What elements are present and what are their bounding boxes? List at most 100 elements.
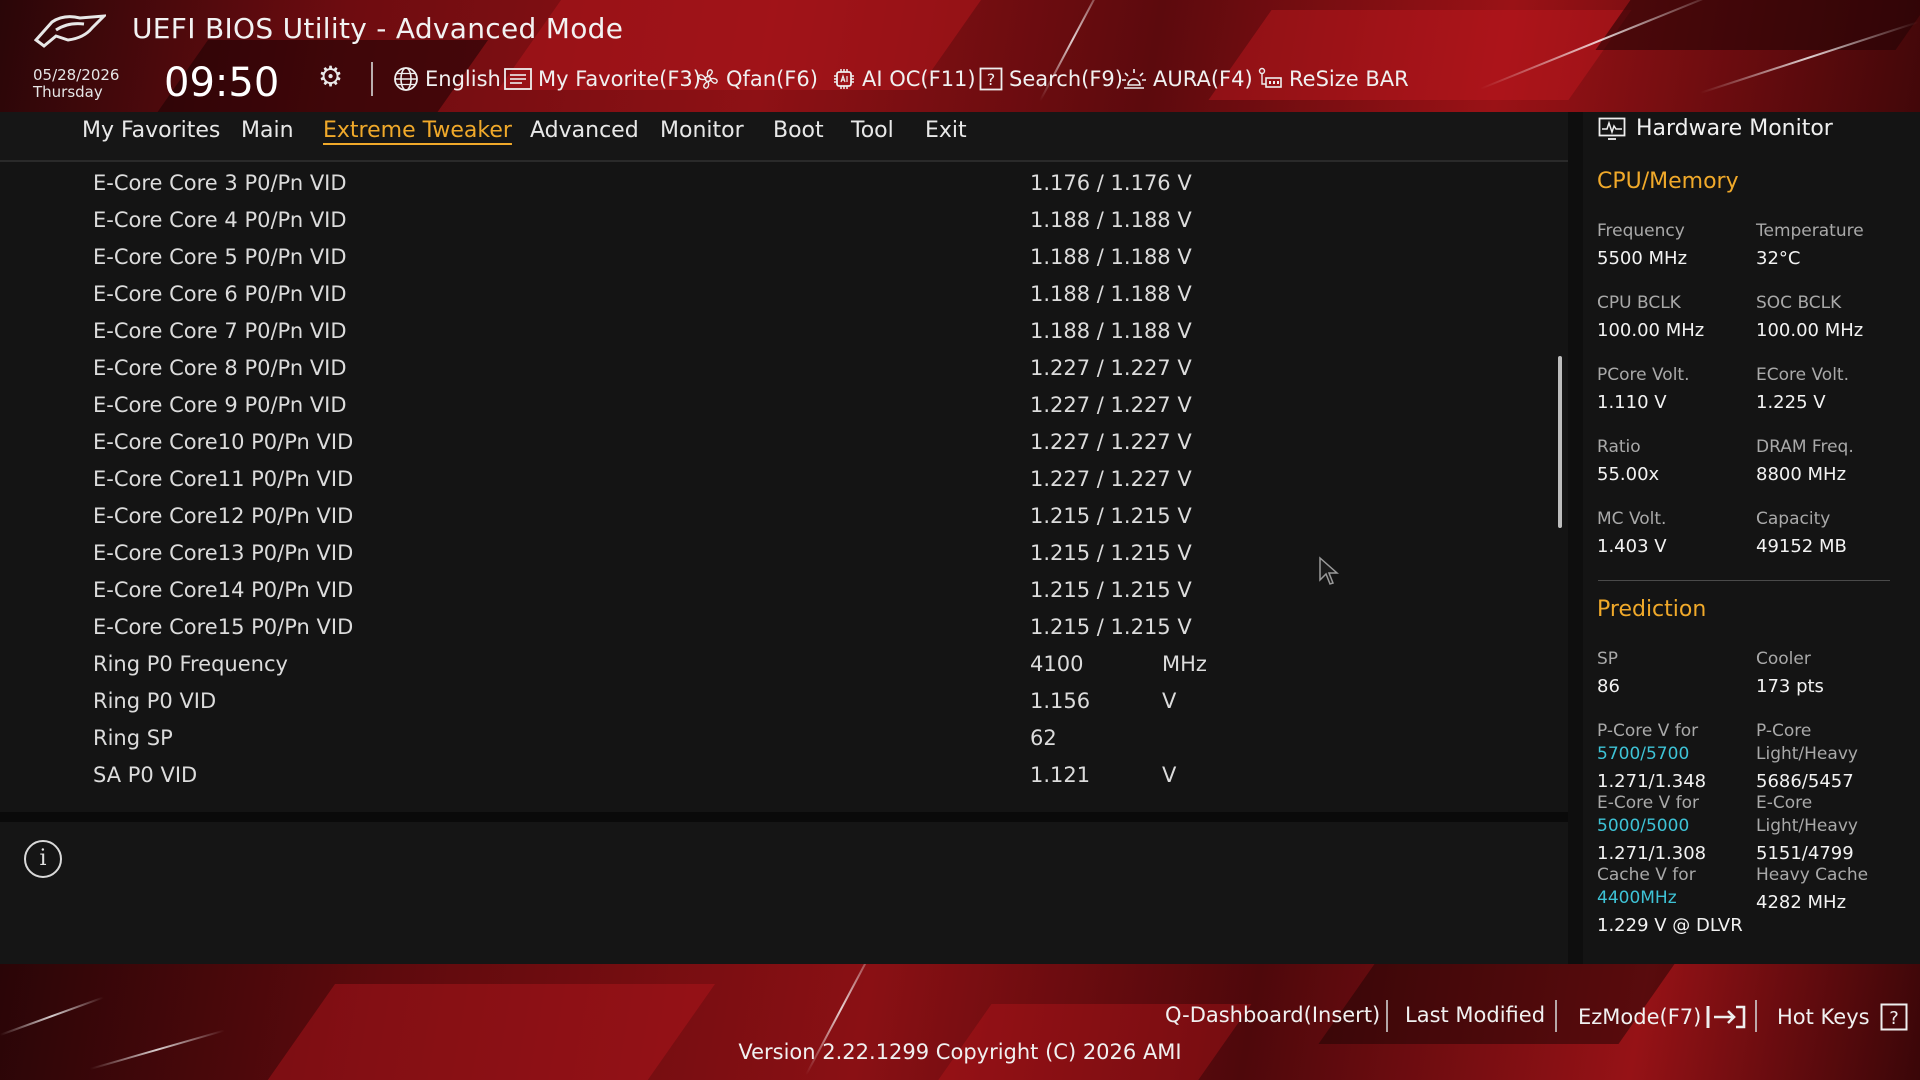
setting-value: 1.188 / 1.188 V — [1030, 319, 1192, 343]
setting-row[interactable]: Ring SP 62 — [0, 722, 1540, 759]
dram-freq-label: DRAM Freq. — [1756, 437, 1854, 457]
mouse-cursor-icon — [1319, 556, 1339, 585]
tab-advanced[interactable]: Advanced — [530, 118, 639, 143]
cache-v-value: 1.229 V @ DLVR — [1597, 915, 1743, 936]
setting-label: E-Core Core10 P0/Pn VID — [93, 430, 354, 454]
tab-boot[interactable]: Boot — [773, 118, 824, 143]
setting-value: 1.215 / 1.215 V — [1030, 541, 1192, 565]
last-modified-button[interactable]: Last Modified — [1405, 1003, 1545, 1027]
monitor-icon — [1598, 117, 1626, 140]
pcore-v-frequency: 5700/5700 — [1597, 744, 1690, 764]
pcore-lh-label-line1: P-Core — [1756, 721, 1812, 741]
frequency-value: 5500 MHz — [1597, 248, 1688, 269]
aura-light-icon — [1121, 67, 1147, 91]
mc-volt-value: 1.403 V — [1597, 536, 1667, 557]
tab-extreme-tweaker[interactable]: Extreme Tweaker — [323, 118, 512, 143]
tab-main[interactable]: Main — [241, 118, 294, 143]
setting-label: E-Core Core 4 P0/Pn VID — [93, 208, 347, 232]
hardware-monitor-header: Hardware Monitor — [1598, 116, 1833, 141]
cpu-memory-heading: CPU/Memory — [1597, 169, 1739, 194]
search-button[interactable]: ? Search(F9) — [979, 64, 1123, 94]
tab-my-favorites[interactable]: My Favorites — [82, 118, 220, 143]
setting-row[interactable]: SA P0 VID 1.121 V — [0, 759, 1540, 796]
footer-divider — [1755, 1000, 1757, 1032]
setting-row[interactable]: E-Core Core 4 P0/Pn VID 1.188 / 1.188 V — [0, 204, 1540, 241]
ecore-volt-value: 1.225 V — [1756, 392, 1826, 413]
ratio-label: Ratio — [1597, 437, 1641, 457]
setting-value: 1.215 / 1.215 V — [1030, 578, 1192, 602]
cooler-label: Cooler — [1756, 649, 1811, 669]
hardware-monitor-title: Hardware Monitor — [1636, 116, 1833, 141]
setting-label: E-Core Core13 P0/Pn VID — [93, 541, 354, 565]
setting-row[interactable]: Ring P0 VID 1.156 V — [0, 685, 1540, 722]
favorite-list-icon — [504, 67, 532, 91]
cooler-value: 173 pts — [1756, 676, 1824, 697]
setting-row[interactable]: Ring P0 Frequency 4100 MHz — [0, 648, 1540, 685]
resize-bar-button[interactable]: ReSize BAR — [1257, 64, 1409, 94]
aura-button[interactable]: AURA(F4) — [1121, 64, 1253, 94]
setting-value: 1.121 — [1030, 763, 1091, 787]
info-icon: i — [24, 840, 62, 878]
main-menu: My Favorites Main Extreme Tweaker Advanc… — [0, 112, 1568, 160]
ai-oc-label: AI OC(F11) — [862, 67, 976, 91]
pcore-lh-value: 5686/5457 — [1756, 771, 1854, 792]
temperature-value: 32°C — [1756, 248, 1801, 269]
date-text: 05/28/2026 — [33, 66, 120, 84]
header-divider — [371, 62, 373, 96]
setting-row[interactable]: E-Core Core14 P0/Pn VID 1.215 / 1.215 V — [0, 574, 1540, 611]
setting-row[interactable]: E-Core Core12 P0/Pn VID 1.215 / 1.215 V — [0, 500, 1540, 537]
tab-exit[interactable]: Exit — [925, 118, 967, 143]
ai-oc-button[interactable]: AI OC(F11) — [832, 64, 976, 94]
setting-value: 1.227 / 1.227 V — [1030, 467, 1192, 491]
aura-label: AURA(F4) — [1153, 67, 1253, 91]
setting-label: E-Core Core12 P0/Pn VID — [93, 504, 354, 528]
setting-row[interactable]: E-Core Core 5 P0/Pn VID 1.188 / 1.188 V — [0, 241, 1540, 278]
fan-icon — [696, 67, 720, 91]
setting-row[interactable]: E-Core Core 9 P0/Pn VID 1.227 / 1.227 V — [0, 389, 1540, 426]
resize-bar-icon — [1257, 67, 1283, 91]
tab-monitor[interactable]: Monitor — [660, 118, 744, 143]
setting-value: 4100 — [1030, 652, 1084, 676]
setting-label: E-Core Core11 P0/Pn VID — [93, 467, 354, 491]
footer-divider — [1386, 1000, 1388, 1032]
setting-value: 1.188 / 1.188 V — [1030, 282, 1192, 306]
setting-row[interactable]: E-Core Core 6 P0/Pn VID 1.188 / 1.188 V — [0, 278, 1540, 315]
language-button[interactable]: English — [393, 64, 501, 94]
cpu-bclk-label: CPU BCLK — [1597, 293, 1681, 313]
q-dashboard-button[interactable]: Q-Dashboard(Insert) — [1165, 1003, 1380, 1027]
setting-row[interactable]: E-Core Core13 P0/Pn VID 1.215 / 1.215 V — [0, 537, 1540, 574]
ecore-lh-label-line1: E-Core — [1756, 793, 1813, 813]
setting-label: Ring P0 VID — [93, 689, 217, 713]
list-scrollbar[interactable] — [1558, 356, 1562, 528]
setting-row[interactable]: E-Core Core 7 P0/Pn VID 1.188 / 1.188 V — [0, 315, 1540, 352]
qfan-button[interactable]: Qfan(F6) — [696, 64, 818, 94]
footer-divider — [1555, 1000, 1557, 1032]
setting-row[interactable]: E-Core Core10 P0/Pn VID 1.227 / 1.227 V — [0, 426, 1540, 463]
hot-keys-button[interactable]: Hot Keys ? — [1777, 1003, 1908, 1031]
setting-label: E-Core Core15 P0/Pn VID — [93, 615, 354, 639]
ezmode-button[interactable]: EzMode(F7) — [1578, 1003, 1748, 1031]
temperature-label: Temperature — [1756, 221, 1864, 241]
pcore-v-value: 1.271/1.348 — [1597, 771, 1707, 792]
setting-label: E-Core Core14 P0/Pn VID — [93, 578, 354, 602]
setting-label: SA P0 VID — [93, 763, 198, 787]
settings-list: E-Core Core 3 P0/Pn VID 1.176 / 1.176 V E… — [0, 162, 1568, 812]
date-display[interactable]: 05/28/2026 Thursday — [33, 67, 119, 101]
svg-text:?: ? — [1889, 1008, 1899, 1029]
my-favorite-button[interactable]: My Favorite(F3) — [504, 64, 701, 94]
setting-row[interactable]: E-Core Core 8 P0/Pn VID 1.227 / 1.227 V — [0, 352, 1540, 389]
monitor-divider — [1598, 580, 1890, 581]
gear-icon[interactable]: ⚙ — [318, 60, 343, 93]
ecore-v-frequency: 5000/5000 — [1597, 816, 1690, 836]
tab-tool[interactable]: Tool — [851, 118, 894, 143]
clock-display[interactable]: 09:50 — [164, 60, 279, 106]
search-help-icon: ? — [979, 67, 1003, 91]
search-label: Search(F9) — [1009, 67, 1123, 91]
hot-keys-label: Hot Keys — [1777, 1005, 1870, 1029]
setting-row[interactable]: E-Core Core15 P0/Pn VID 1.215 / 1.215 V — [0, 611, 1540, 648]
ecore-lh-value: 5151/4799 — [1756, 843, 1854, 864]
setting-row[interactable]: E-Core Core 3 P0/Pn VID 1.176 / 1.176 V — [0, 167, 1540, 204]
ecore-v-value: 1.271/1.308 — [1597, 843, 1707, 864]
setting-row[interactable]: E-Core Core11 P0/Pn VID 1.227 / 1.227 V — [0, 463, 1540, 500]
ai-chip-icon — [832, 67, 856, 91]
